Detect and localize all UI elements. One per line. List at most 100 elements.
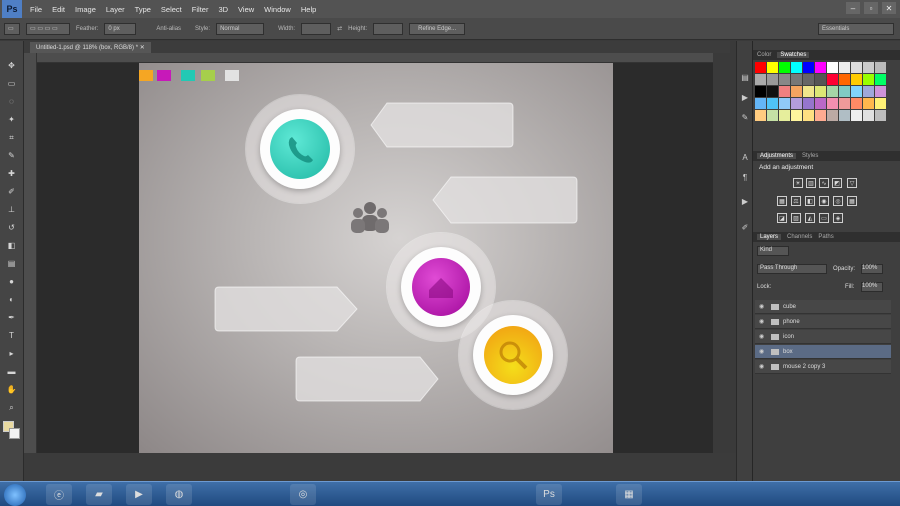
close-button[interactable]: ✕ bbox=[882, 2, 896, 14]
healing-brush-icon[interactable]: ✚ bbox=[5, 167, 18, 180]
visibility-eye-icon[interactable]: ◉ bbox=[759, 303, 767, 310]
visibility-eye-icon[interactable]: ◉ bbox=[759, 363, 767, 370]
marquee-tool-icon[interactable]: ▭ bbox=[5, 77, 18, 90]
selection-mode-buttons[interactable]: ▭ ▭ ▭ ▭ bbox=[26, 22, 70, 35]
menu-layer[interactable]: Layer bbox=[106, 5, 125, 14]
background-color-swatch[interactable] bbox=[9, 428, 20, 439]
blur-tool-icon[interactable]: ● bbox=[5, 275, 18, 288]
tab-channels[interactable]: Channels bbox=[787, 234, 812, 240]
lasso-tool-icon[interactable]: ◌ bbox=[5, 95, 18, 108]
brightness-icon[interactable]: ☀ bbox=[793, 178, 803, 188]
tab-swatches[interactable]: Swatches bbox=[777, 52, 810, 58]
document-tab[interactable]: Untitled-1.psd @ 118% (box, RGB/8) * ✕ bbox=[30, 42, 151, 53]
media-icon[interactable]: ▶ bbox=[126, 484, 152, 505]
layer-row[interactable]: ◉ mouse 2 copy 3 bbox=[755, 360, 891, 374]
layer-filter-kind[interactable]: Kind bbox=[757, 246, 789, 256]
height-input[interactable] bbox=[373, 22, 404, 35]
curves-icon[interactable]: ∿ bbox=[819, 178, 829, 188]
selective-color-icon[interactable]: ◈ bbox=[833, 213, 843, 223]
layer-row-selected[interactable]: ◉ box bbox=[755, 345, 891, 359]
visibility-eye-icon[interactable]: ◉ bbox=[759, 348, 767, 355]
layer-row[interactable]: ◉ phone bbox=[755, 315, 891, 329]
channel-mixer-icon[interactable]: ◎ bbox=[833, 196, 843, 206]
blend-mode-select[interactable]: Pass Through bbox=[757, 264, 827, 274]
exposure-icon[interactable]: ◩ bbox=[832, 178, 842, 188]
color-lookup-icon[interactable]: ▦ bbox=[847, 196, 857, 206]
maximize-button[interactable]: ▫ bbox=[864, 2, 878, 14]
history-brush-icon[interactable]: ↺ bbox=[5, 221, 18, 234]
chrome-icon[interactable]: ◎ bbox=[290, 484, 316, 505]
minimize-button[interactable]: – bbox=[846, 2, 860, 14]
visibility-eye-icon[interactable]: ◉ bbox=[759, 318, 767, 325]
document-canvas[interactable] bbox=[139, 63, 613, 453]
layer-row[interactable]: ◉ icon bbox=[755, 330, 891, 344]
gradient-tool-icon[interactable]: ▤ bbox=[5, 257, 18, 270]
menu-3d[interactable]: 3D bbox=[218, 5, 228, 14]
actions-icon[interactable]: ▶ bbox=[739, 91, 751, 103]
tab-paths[interactable]: Paths bbox=[818, 234, 833, 240]
hue-icon[interactable]: ▦ bbox=[777, 196, 787, 206]
style-select[interactable]: Normal bbox=[216, 22, 265, 35]
character-icon[interactable]: A bbox=[739, 151, 751, 163]
menu-file[interactable]: File bbox=[30, 5, 42, 14]
zoom-tool-icon[interactable]: ⌕ bbox=[5, 401, 18, 414]
path-select-icon[interactable]: ▸ bbox=[5, 347, 18, 360]
eraser-tool-icon[interactable]: ◧ bbox=[5, 239, 18, 252]
invert-icon[interactable]: ◪ bbox=[777, 213, 787, 223]
magic-wand-icon[interactable]: ✦ bbox=[5, 113, 18, 126]
tab-layers[interactable]: Layers bbox=[757, 234, 782, 240]
menu-select[interactable]: Select bbox=[161, 5, 182, 14]
folder-icon[interactable]: ▰ bbox=[86, 484, 112, 505]
paragraph-icon[interactable]: ¶ bbox=[739, 171, 751, 183]
width-input[interactable] bbox=[301, 22, 332, 35]
swap-icon[interactable]: ⇄ bbox=[337, 25, 342, 32]
menu-window[interactable]: Window bbox=[264, 5, 291, 14]
close-tab-icon[interactable]: ✕ bbox=[140, 44, 145, 51]
shape-tool-icon[interactable]: ▬ bbox=[5, 365, 18, 378]
menu-edit[interactable]: Edit bbox=[52, 5, 65, 14]
type-tool-icon[interactable]: T bbox=[5, 329, 18, 342]
explorer-icon[interactable]: ▦ bbox=[616, 484, 642, 505]
tool-presets-icon[interactable]: ✎ bbox=[739, 111, 751, 123]
bw-icon[interactable]: ◧ bbox=[805, 196, 815, 206]
play-icon[interactable]: ▶ bbox=[739, 195, 751, 207]
crop-tool-icon[interactable]: ⌗ bbox=[5, 131, 18, 144]
hand-tool-icon[interactable]: ✋ bbox=[5, 383, 18, 396]
brush-tool-icon[interactable]: ✐ bbox=[5, 185, 18, 198]
ie-icon[interactable]: ⓔ bbox=[46, 484, 72, 505]
refine-edge-button[interactable]: Refine Edge... bbox=[409, 22, 466, 35]
layer-row[interactable]: ◉ cube bbox=[755, 300, 891, 314]
brush-presets-icon[interactable]: ✐ bbox=[739, 221, 751, 233]
photo-filter-icon[interactable]: ◉ bbox=[819, 196, 829, 206]
color-balance-icon[interactable]: ⚖ bbox=[791, 196, 801, 206]
menu-image[interactable]: Image bbox=[75, 5, 96, 14]
menu-filter[interactable]: Filter bbox=[192, 5, 209, 14]
visibility-eye-icon[interactable]: ◉ bbox=[759, 333, 767, 340]
tab-styles[interactable]: Styles bbox=[802, 153, 818, 159]
posterize-icon[interactable]: ▨ bbox=[791, 213, 801, 223]
move-tool-icon[interactable]: ✥ bbox=[5, 59, 18, 72]
workspace-select[interactable]: Essentials bbox=[818, 22, 894, 35]
vibrance-icon[interactable]: ▽ bbox=[847, 178, 857, 188]
start-button[interactable] bbox=[4, 484, 26, 506]
menu-type[interactable]: Type bbox=[135, 5, 151, 14]
pen-tool-icon[interactable]: ✒ bbox=[5, 311, 18, 324]
history-icon[interactable]: ▤ bbox=[739, 71, 751, 83]
menu-view[interactable]: View bbox=[238, 5, 254, 14]
dodge-tool-icon[interactable]: ◐ bbox=[5, 293, 18, 306]
firefox-icon[interactable]: ◍ bbox=[166, 484, 192, 505]
eyedropper-icon[interactable]: ✎ bbox=[5, 149, 18, 162]
tab-color[interactable]: Color bbox=[757, 52, 771, 58]
tab-adjustments[interactable]: Adjustments bbox=[757, 153, 797, 159]
stamp-tool-icon[interactable]: ⊥ bbox=[5, 203, 18, 216]
threshold-icon[interactable]: ◭ bbox=[805, 213, 815, 223]
opacity-input[interactable]: 100% bbox=[861, 264, 883, 274]
marquee-tool-preset[interactable]: ▭ bbox=[4, 22, 20, 35]
levels-icon[interactable]: ▥ bbox=[806, 178, 816, 188]
feather-input[interactable]: 0 px bbox=[104, 22, 137, 35]
gradient-map-icon[interactable]: ▭ bbox=[819, 213, 829, 223]
photoshop-icon[interactable]: Ps bbox=[536, 484, 562, 505]
menu-help[interactable]: Help bbox=[301, 5, 316, 14]
antialias-checkbox[interactable]: Anti-alias bbox=[156, 26, 181, 32]
fill-input[interactable]: 100% bbox=[861, 282, 883, 292]
